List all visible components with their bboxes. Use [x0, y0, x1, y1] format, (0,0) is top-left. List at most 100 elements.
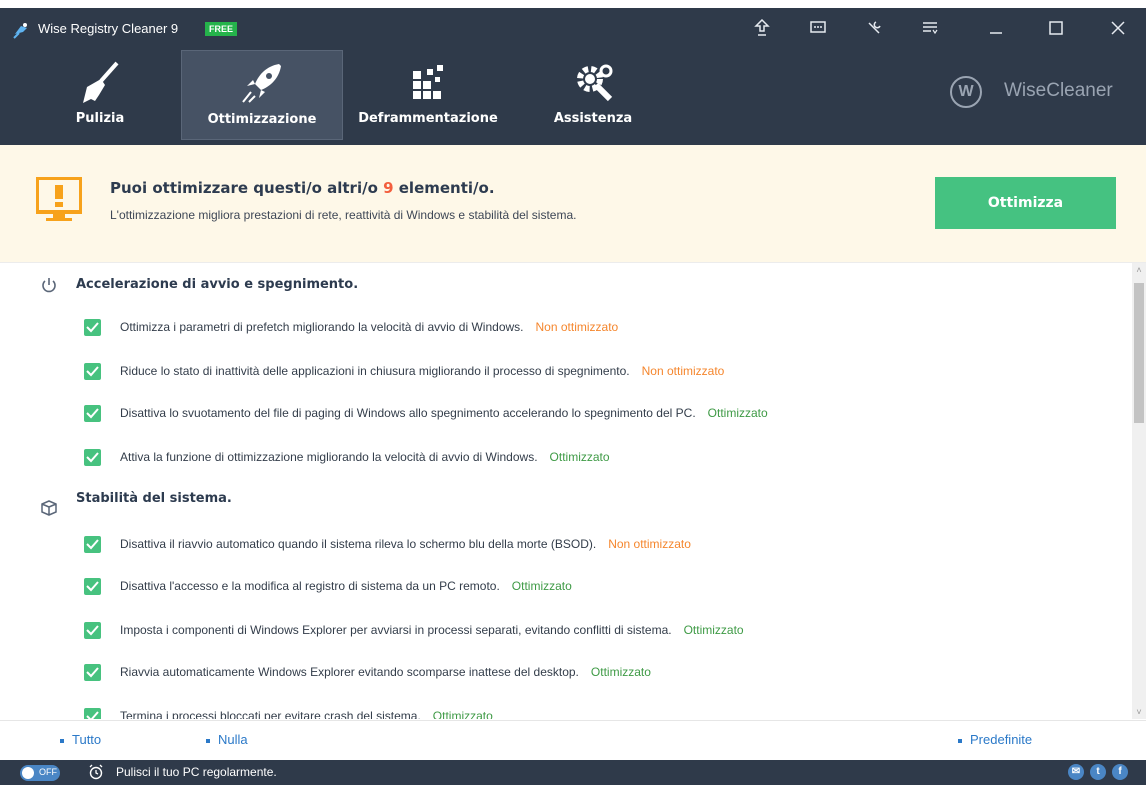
facebook-icon[interactable]: f: [1112, 764, 1128, 780]
logo-mark: W: [950, 76, 982, 108]
select-none-link[interactable]: Nulla: [206, 732, 248, 747]
section-title: Stabilità del sistema.: [76, 491, 232, 506]
rocket-icon: [242, 64, 281, 103]
optimize-button[interactable]: Ottimizza: [935, 177, 1116, 229]
menu-button[interactable]: [912, 12, 948, 44]
item-checkbox[interactable]: [84, 536, 101, 553]
item-text: Riavvia automaticamente Windows Explorer…: [120, 665, 579, 679]
auto-clean-toggle[interactable]: OFF: [20, 765, 60, 781]
defrag-icon: [413, 65, 443, 99]
select-all-label: Tutto: [72, 732, 102, 747]
list-item: Imposta i componenti di Windows Explorer…: [120, 623, 744, 637]
tools-button[interactable]: [856, 12, 892, 44]
broom-icon: [83, 61, 119, 103]
item-text: Imposta i componenti di Windows Explorer…: [120, 623, 672, 637]
maximize-button[interactable]: [1038, 12, 1074, 44]
item-checkbox[interactable]: [84, 622, 101, 639]
scroll-down-icon[interactable]: ˅: [1132, 705, 1146, 719]
item-count: 9: [383, 179, 394, 197]
banner-title-suffix: elementi/o.: [393, 179, 495, 197]
banner-title-prefix: Puoi ottimizzare questi/o altri/o: [110, 179, 384, 197]
status-label: Ottimizzato: [432, 709, 493, 719]
top-strip: [0, 0, 1146, 8]
toggle-label: OFF: [39, 767, 57, 777]
select-all-link[interactable]: Tutto: [60, 732, 101, 747]
menu-icon: [923, 22, 938, 35]
select-none-label: Nulla: [218, 732, 248, 747]
status-message: Pulisci il tuo PC regolarmente.: [116, 765, 277, 779]
twitter-icon[interactable]: t: [1090, 764, 1106, 780]
power-icon: [42, 278, 56, 293]
bullet-icon: [206, 738, 210, 743]
feedback-icon: [810, 21, 826, 33]
status-label: Ottimizzato: [549, 450, 610, 464]
section-title: Accelerazione di avvio e spegnimento.: [76, 277, 359, 292]
tab-ottimizzazione[interactable]: Ottimizzazione: [181, 50, 343, 140]
gears-icon: [577, 64, 613, 102]
tab-label: Pulizia: [75, 111, 125, 126]
monitor-warning-icon: [36, 177, 82, 221]
banner-title: Puoi ottimizzare questi/o altri/o 9 elem…: [110, 179, 495, 197]
item-checkbox[interactable]: [84, 664, 101, 681]
minimize-button[interactable]: [978, 12, 1014, 44]
mail-icon[interactable]: ✉: [1068, 764, 1084, 780]
defaults-link[interactable]: Predefinite: [958, 732, 1032, 747]
item-text: Disattiva lo svuotamento del file di pag…: [120, 406, 696, 420]
item-checkbox[interactable]: [84, 708, 101, 719]
wisecleaner-logo: W WiseCleaner: [950, 74, 1130, 110]
list-item: Disattiva lo svuotamento del file di pag…: [120, 406, 768, 420]
status-label: Ottimizzato: [707, 406, 768, 420]
item-text: Disattiva l'accesso e la modifica al reg…: [120, 579, 500, 593]
maximize-icon: [1049, 21, 1063, 35]
list-item: Riduce lo stato di inattività delle appl…: [120, 364, 724, 378]
minimize-icon: [990, 32, 1002, 34]
list-item: Termina i processi bloccati per evitare …: [120, 709, 493, 719]
scroll-up-icon[interactable]: ˄: [1132, 263, 1146, 277]
item-checkbox[interactable]: [84, 449, 101, 466]
bullet-icon: [958, 738, 962, 743]
toggle-knob: [22, 767, 34, 779]
tab-deframmentazione[interactable]: Deframmentazione: [348, 50, 508, 138]
banner-subtitle: L'ottimizzazione migliora prestazioni di…: [110, 208, 577, 222]
optimization-list: Accelerazione di avvio e spegnimento. Ot…: [0, 263, 1131, 719]
defaults-label: Predefinite: [970, 732, 1033, 747]
status-label: Ottimizzato: [683, 623, 744, 637]
status-label: Ottimizzato: [511, 579, 572, 593]
item-text: Ottimizza i parametri di prefetch miglio…: [120, 320, 524, 334]
alarm-clock-icon: [89, 764, 103, 780]
selection-footer: Tutto Nulla Predefinite: [0, 720, 1146, 761]
app-logo-icon: [13, 23, 27, 39]
brand-name: WiseCleaner: [1004, 80, 1113, 101]
item-text: Disattiva il riavvio automatico quando i…: [120, 537, 597, 551]
upgrade-button[interactable]: [744, 12, 780, 44]
upgrade-icon: [754, 19, 770, 36]
item-checkbox[interactable]: [84, 319, 101, 336]
close-button[interactable]: [1100, 12, 1136, 44]
vertical-scrollbar[interactable]: ˄ ˅: [1132, 263, 1146, 719]
scroll-thumb[interactable]: [1134, 283, 1144, 423]
tab-assistenza[interactable]: Assistenza: [540, 50, 646, 138]
tab-label: Ottimizzazione: [207, 112, 317, 127]
title-bar: Wise Registry Cleaner 9 FREE: [0, 8, 1146, 48]
status-label: Non ottimizzato: [608, 537, 691, 551]
status-label: Non ottimizzato: [535, 320, 619, 334]
close-icon: [1111, 21, 1125, 35]
item-checkbox[interactable]: [84, 405, 101, 422]
bullet-icon: [60, 738, 64, 743]
status-bar: OFF Pulisci il tuo PC regolarmente. ✉ t …: [0, 760, 1146, 785]
list-item: Riavvia automaticamente Windows Explorer…: [120, 665, 651, 679]
summary-banner: Puoi ottimizzare questi/o altri/o 9 elem…: [0, 145, 1146, 263]
feedback-button[interactable]: [800, 12, 836, 44]
tools-icon: [868, 21, 881, 34]
item-checkbox[interactable]: [84, 578, 101, 595]
list-item: Disattiva il riavvio automatico quando i…: [120, 537, 691, 551]
header: Wise Registry Cleaner 9 FREE Pulizia Ott…: [0, 0, 1146, 145]
item-text: Riduce lo stato di inattività delle appl…: [120, 364, 630, 378]
tab-pulizia[interactable]: Pulizia: [60, 50, 140, 138]
tab-label: Assistenza: [553, 111, 633, 126]
app-title: Wise Registry Cleaner 9: [38, 21, 179, 36]
cube-icon: [41, 500, 57, 516]
item-text: Termina i processi bloccati per evitare …: [120, 709, 421, 719]
tab-label: Deframmentazione: [358, 111, 498, 126]
item-checkbox[interactable]: [84, 363, 101, 380]
